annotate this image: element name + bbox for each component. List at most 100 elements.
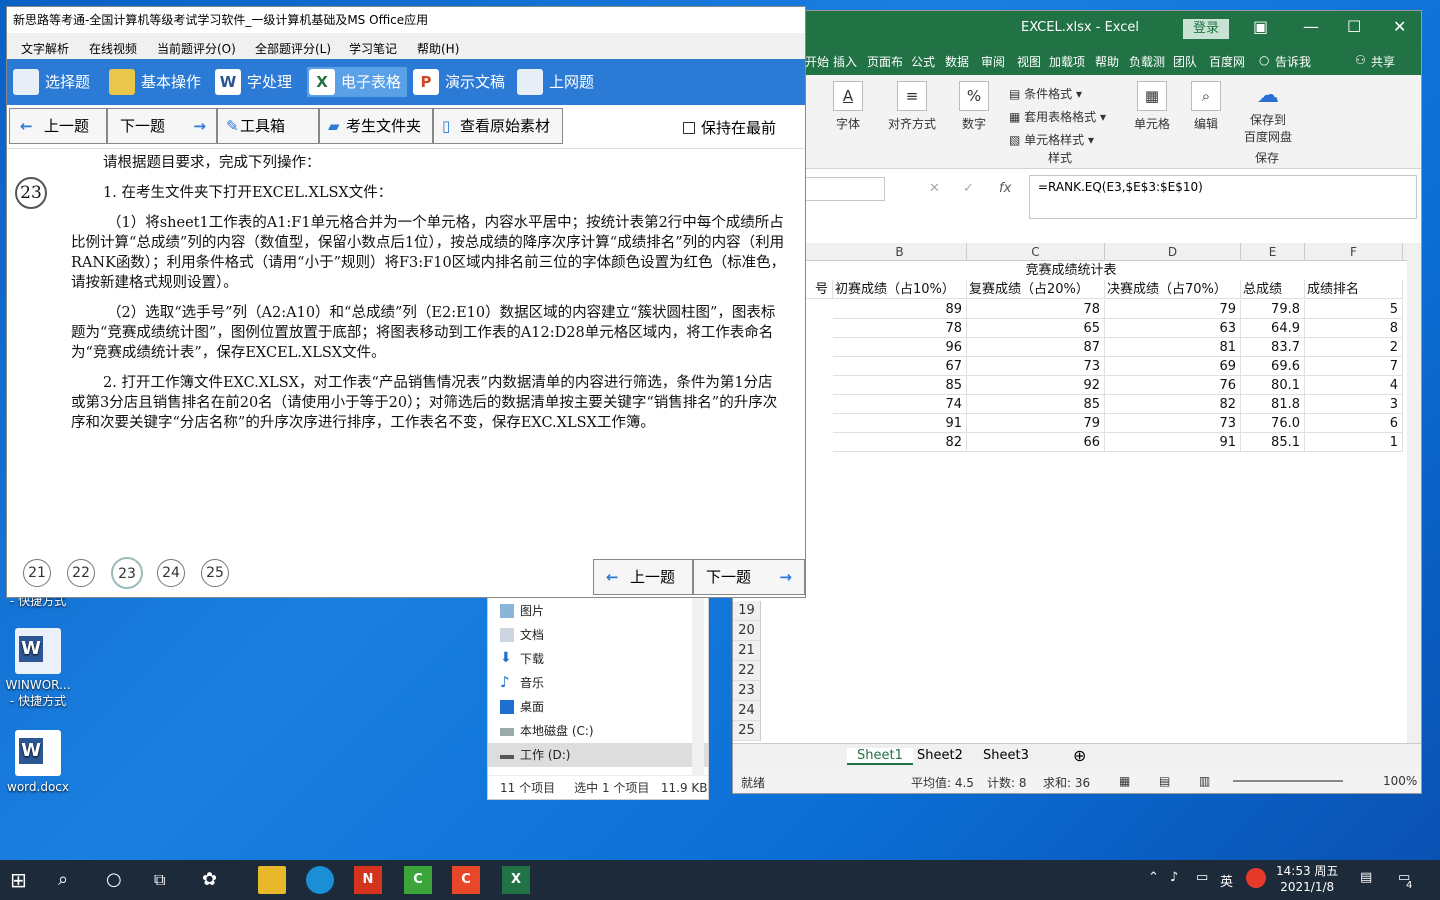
conditional-format-button[interactable]: ▤ 条件格式 ▾ [1009, 83, 1106, 106]
maximize-icon[interactable]: ☐ [1347, 17, 1361, 36]
row-header-24[interactable]: 24 [733, 701, 761, 721]
chevron-up-icon[interactable]: ⌃ [1148, 870, 1159, 885]
share-button[interactable]: 共享 [1371, 53, 1395, 70]
data-cell[interactable]: 96 [833, 338, 967, 357]
data-cell[interactable]: 4 [1305, 376, 1403, 395]
explorer-item-drive-c[interactable]: 本地磁盘 (C:) [488, 719, 708, 743]
c-red-app-icon[interactable]: C [452, 866, 480, 894]
data-cell[interactable]: 85 [833, 376, 967, 395]
data-cell[interactable]: 5 [1305, 300, 1403, 319]
menu-text-analysis[interactable]: 文字解析 [21, 40, 69, 57]
explorer-item-downloads[interactable]: ⬇ 下载 [488, 647, 708, 671]
data-cell[interactable]: 67 [833, 357, 967, 376]
column-header-e[interactable]: E [1241, 243, 1305, 261]
header-cell[interactable]: 决赛成绩（占70%） [1105, 280, 1241, 299]
search-icon[interactable]: ⌕ [58, 866, 86, 894]
header-cell[interactable]: 初赛成绩（占10%） [833, 280, 967, 299]
data-cell[interactable]: 76 [1105, 376, 1241, 395]
align-group[interactable]: ≡ 对齐方式 [881, 81, 943, 132]
page-layout-icon[interactable]: ▤ [1159, 774, 1170, 788]
data-cell[interactable]: 82 [1105, 395, 1241, 414]
data-cell[interactable]: 69.6 [1241, 357, 1305, 376]
page-23[interactable]: 23 [111, 557, 143, 589]
edit-group[interactable]: ⌕ 编辑 [1185, 81, 1227, 132]
data-cell[interactable]: 85 [967, 395, 1105, 414]
data-cell[interactable]: 91 [833, 414, 967, 433]
desktop-winword-shortcut[interactable]: W WINWOR... - 快捷方式 [4, 628, 72, 709]
task-view-icon[interactable]: ⧉ [154, 866, 182, 894]
network-icon[interactable]: ▭ [1196, 870, 1208, 885]
page-21[interactable]: 21 [23, 559, 51, 587]
data-cell[interactable]: 73 [1105, 414, 1241, 433]
data-cell[interactable]: 6 [1305, 414, 1403, 433]
explorer-item-music[interactable]: ♪ 音乐 [488, 671, 708, 695]
volume-icon[interactable]: ♪ [1170, 870, 1178, 885]
data-cell[interactable]: 81.8 [1241, 395, 1305, 414]
c-green-app-icon[interactable]: C [404, 866, 432, 894]
add-sheet-icon[interactable]: ⊕ [1073, 746, 1086, 765]
nav-ppt[interactable]: P 演示文稿 [411, 67, 505, 97]
column-header-c[interactable]: C [967, 243, 1105, 261]
tell-me[interactable]: 告诉我 [1275, 53, 1311, 70]
menu-help[interactable]: 帮助(H) [417, 40, 459, 57]
cortana-icon[interactable]: ○ [106, 866, 134, 894]
spreadsheet-grid[interactable]: B C D E F 竞赛成绩统计表号初赛成绩（占10%） 复赛成绩（占20%） 决赛成绩（占7… [733, 243, 1421, 743]
next-question-button[interactable]: 下一题 → [107, 108, 217, 144]
zoom-slider[interactable] [1233, 780, 1343, 782]
row-header-21[interactable]: 21 [733, 641, 761, 661]
header-cell[interactable]: 复赛成绩（占20%） [967, 280, 1105, 299]
data-cell[interactable]: 78 [833, 319, 967, 338]
tab-load-test[interactable]: 负载测 [1129, 53, 1165, 70]
action-center-icon[interactable]: ▤ [1360, 870, 1372, 885]
row-header-25[interactable]: 25 [733, 721, 761, 741]
tab-data[interactable]: 数据 [945, 53, 969, 70]
view-source-button[interactable]: ▯ 查看原始素材 [433, 108, 563, 144]
data-cell[interactable]: 78 [967, 300, 1105, 319]
data-cell[interactable]: 74 [833, 395, 967, 414]
header-cell[interactable]: 总成绩 [1241, 280, 1305, 299]
tab-baidu[interactable]: 百度网 [1209, 53, 1245, 70]
data-cell[interactable]: 83.7 [1241, 338, 1305, 357]
close-icon[interactable]: ✕ [1393, 17, 1406, 36]
exam-folder-button[interactable]: ▰ 考生文件夹 [319, 108, 433, 144]
data-cell[interactable]: 92 [967, 376, 1105, 395]
fx-icon[interactable]: fx [999, 181, 1011, 196]
column-header-b[interactable]: B [833, 243, 967, 261]
data-cell[interactable]: 7 [1305, 357, 1403, 376]
menu-online-video[interactable]: 在线视频 [89, 40, 137, 57]
explorer-item-documents[interactable]: 文档 [488, 623, 708, 647]
explorer-item-pictures[interactable]: 图片 [488, 599, 708, 623]
data-cell[interactable]: 81 [1105, 338, 1241, 357]
data-cell[interactable]: 79.8 [1241, 300, 1305, 319]
data-cell[interactable]: 76.0 [1241, 414, 1305, 433]
data-cell[interactable]: 91 [1105, 433, 1241, 452]
nav-internet[interactable]: 上网题 [515, 67, 594, 97]
save-baidu-button[interactable]: ☁ 保存到 百度网盘 [1237, 81, 1299, 145]
page-24[interactable]: 24 [157, 559, 185, 587]
data-cell[interactable]: 85.1 [1241, 433, 1305, 452]
tab-help[interactable]: 帮助 [1095, 53, 1119, 70]
sheet-tab-3[interactable]: Sheet3 [983, 748, 1029, 763]
n-app-icon[interactable]: N [354, 866, 382, 894]
ime-indicator[interactable]: 英 [1220, 871, 1233, 890]
tab-view[interactable]: 视图 [1017, 53, 1041, 70]
data-cell[interactable]: 2 [1305, 338, 1403, 357]
font-group[interactable]: A 字体 [825, 81, 871, 132]
data-cell[interactable]: 64.9 [1241, 319, 1305, 338]
edge-icon[interactable] [306, 866, 334, 894]
normal-view-icon[interactable]: ▦ [1119, 774, 1130, 788]
data-cell[interactable]: 3 [1305, 395, 1403, 414]
row-header-19[interactable]: 19 [733, 601, 761, 621]
data-cell[interactable]: 69 [1105, 357, 1241, 376]
tab-page-layout[interactable]: 页面布 [867, 53, 903, 70]
windows-start-icon[interactable]: ⊞ [10, 866, 38, 894]
ribbon-display-icon[interactable]: ▣ [1253, 17, 1268, 36]
formula-input[interactable]: =RANK.EQ(E3,$E$3:$E$10) [1029, 175, 1417, 219]
row-header-20[interactable]: 20 [733, 621, 761, 641]
data-cell[interactable]: 79 [1105, 300, 1241, 319]
cancel-icon[interactable]: ✕ [929, 181, 940, 196]
data-cell[interactable]: 89 [833, 300, 967, 319]
tab-home[interactable]: 开始 [805, 53, 829, 70]
page-22[interactable]: 22 [67, 559, 95, 587]
header-cell[interactable]: 成绩排名 [1305, 280, 1403, 299]
